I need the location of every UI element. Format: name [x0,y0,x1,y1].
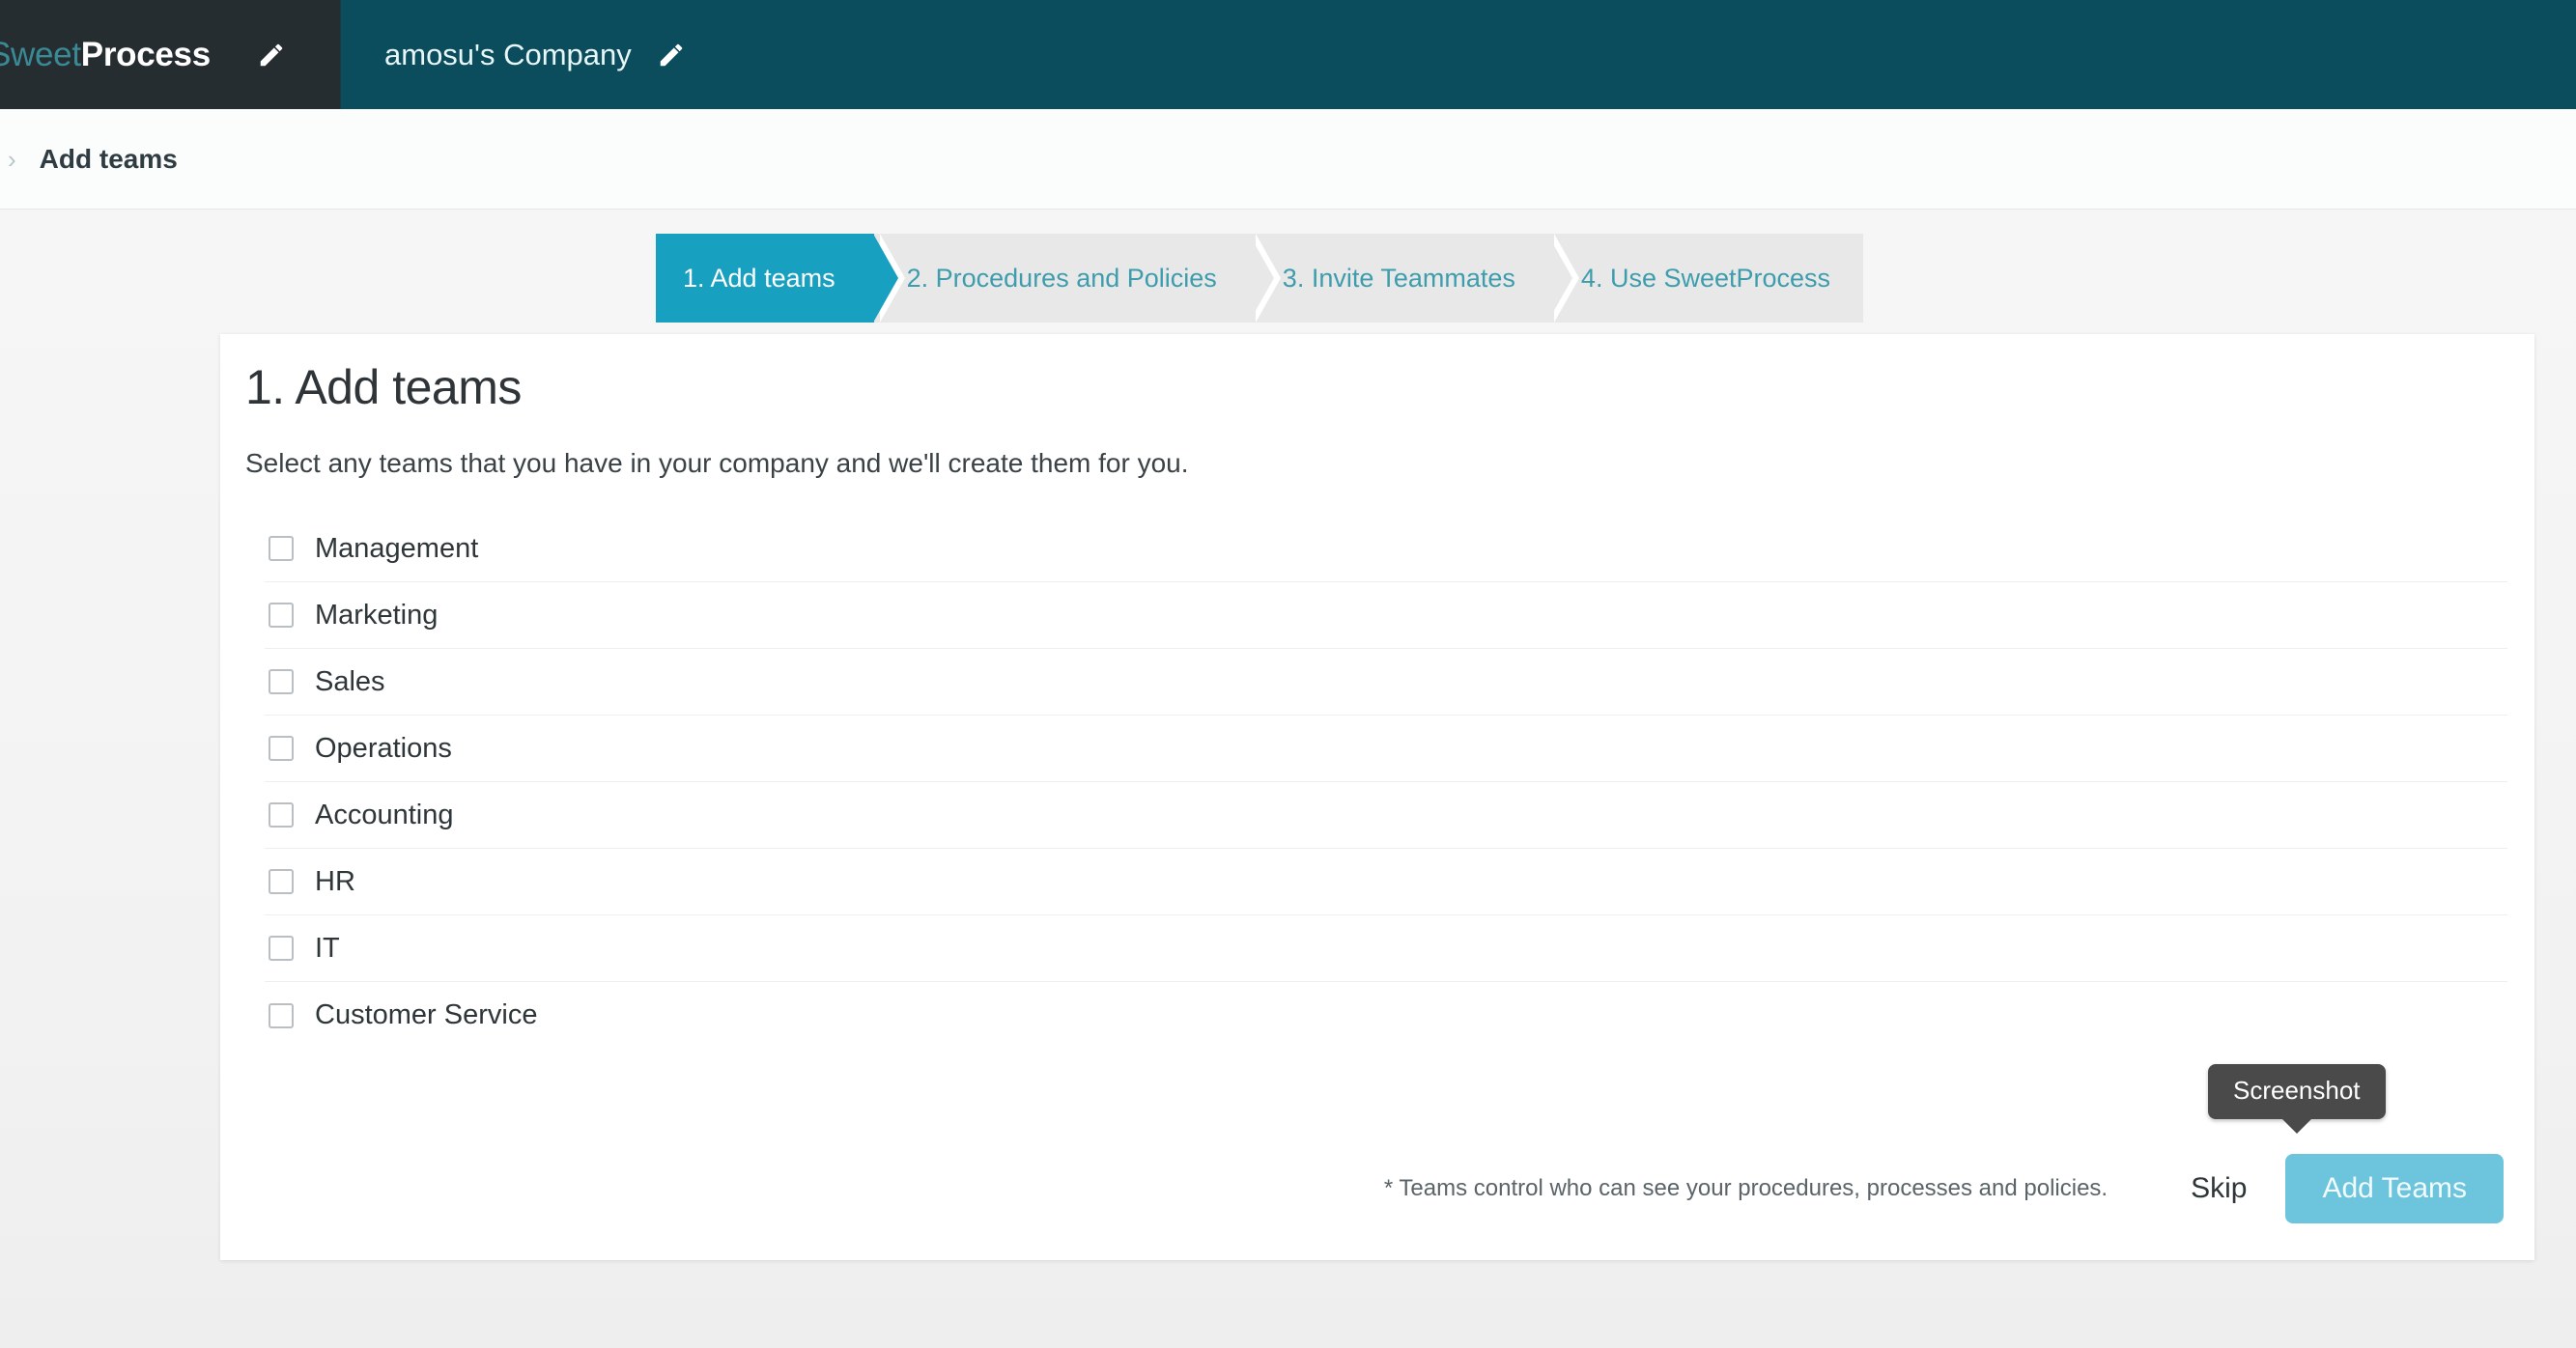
step-label: 3. Invite Teammates [1282,263,1515,293]
step-label: 4. Use SweetProcess [1580,263,1831,293]
team-label: IT [315,932,340,964]
app-logo[interactable]: SweetProcess [0,36,211,74]
breadcrumb-current[interactable]: Add teams [40,144,178,175]
team-label: Accounting [315,799,454,830]
team-label: Sales [315,665,385,697]
step-4-use-sweetprocess[interactable]: 4. Use SweetProcess [1547,234,1864,323]
list-item[interactable]: Operations [265,716,2507,782]
list-item[interactable]: Customer Service [265,982,2507,1049]
step-2-procedures-and-policies[interactable]: 2. Procedures and Policies [873,234,1282,323]
teams-footnote: * Teams control who can see your procedu… [1383,1175,2109,1201]
checkbox-operations[interactable] [269,736,294,761]
list-item[interactable]: Sales [265,649,2507,716]
checkbox-accounting[interactable] [269,802,294,828]
page-body: 1. Add teams 2. Procedures and Policies … [0,211,2576,1348]
checkbox-it[interactable] [269,936,294,961]
checkbox-management[interactable] [269,536,294,561]
pencil-icon[interactable] [257,41,286,70]
screenshot-tooltip: Screenshot [2208,1064,2386,1119]
checkbox-sales[interactable] [269,669,294,694]
company-name: amosu's Company [384,37,632,71]
list-item[interactable]: Management [265,516,2507,582]
team-label: HR [315,865,355,897]
page-description: Select any teams that you have in your c… [245,448,1189,478]
page-title: 1. Add teams [245,360,522,414]
list-item[interactable]: HR [265,849,2507,915]
add-teams-card: 1. Add teams Select any teams that you h… [220,334,2534,1260]
card-footer: * Teams control who can see your procedu… [220,1154,2504,1223]
chevron-right-icon: › [8,144,16,174]
add-teams-button[interactable]: Add Teams [2285,1154,2504,1223]
pencil-icon[interactable] [657,41,686,70]
step-3-invite-teammates[interactable]: 3. Invite Teammates [1249,234,1580,323]
team-checkbox-list: Management Marketing Sales Operations Ac… [265,516,2507,1049]
team-label: Marketing [315,599,439,631]
skip-button[interactable]: Skip [2191,1172,2247,1205]
step-1-add-teams[interactable]: 1. Add teams [656,234,905,323]
checkbox-hr[interactable] [269,869,294,894]
tooltip-label: Screenshot [2233,1076,2361,1105]
team-label: Customer Service [315,999,538,1030]
checkbox-marketing[interactable] [269,603,294,628]
logo-sweet-text: Sweet [0,35,81,73]
list-item[interactable]: Accounting [265,782,2507,849]
onboarding-steps: 1. Add teams 2. Procedures and Policies … [656,234,1864,323]
team-label: Operations [315,732,452,764]
team-label: Management [315,532,479,564]
checkbox-customer-service[interactable] [269,1002,294,1028]
step-label: 1. Add teams [683,263,835,293]
brand-zone: SweetProcess [0,0,340,109]
top-bar: SweetProcess amosu's Company [0,0,2576,109]
breadcrumb: › Add teams [0,109,2576,210]
list-item[interactable]: IT [265,915,2507,982]
company-zone: amosu's Company [340,0,2576,109]
step-label: 2. Procedures and Policies [906,263,1217,293]
logo-process-text: Process [80,35,211,73]
list-item[interactable]: Marketing [265,582,2507,649]
